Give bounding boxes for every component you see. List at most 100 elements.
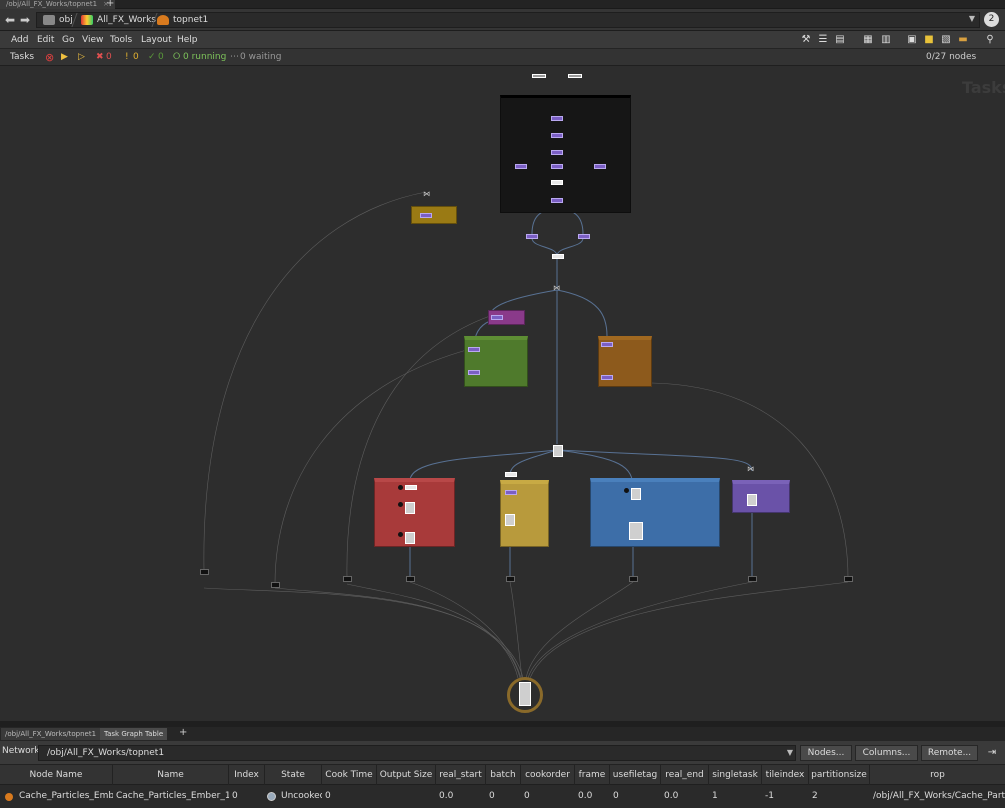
top-node-right[interactable] <box>568 74 582 78</box>
wrangle-node[interactable] <box>468 370 480 375</box>
col-tileindex[interactable]: tileindex <box>762 765 809 785</box>
network-box-purple[interactable] <box>732 480 790 513</box>
palette-icon[interactable]: ▧ <box>940 34 952 46</box>
search-icon[interactable]: ⚲ <box>984 34 996 46</box>
rop-geometry-node[interactable] <box>629 522 643 540</box>
wrangle-node[interactable] <box>594 164 606 169</box>
desktop-count-badge[interactable]: 2 <box>984 12 999 27</box>
col-node-name[interactable]: Node Name <box>0 765 113 785</box>
network-path-field[interactable]: /obj/All_FX_Works/topnet1 <box>38 745 796 761</box>
image-icon[interactable]: ▣ <box>906 34 918 46</box>
rop-geometry-node[interactable] <box>405 502 415 514</box>
menu-help[interactable]: Help <box>177 31 198 49</box>
output-null-node[interactable] <box>506 576 515 582</box>
menu-tools[interactable]: Tools <box>110 31 132 49</box>
wrangle-node[interactable] <box>551 150 563 155</box>
col-output-size[interactable]: Output Size <box>377 765 436 785</box>
list-view-icon[interactable]: ▤ <box>834 34 846 46</box>
rop-geometry-node[interactable] <box>505 514 515 526</box>
tab-network-path[interactable]: /obj/All_FX_Works/topnet1 <box>1 728 101 740</box>
network-box-icon[interactable]: ▬ <box>957 34 969 46</box>
sticky-note-icon[interactable]: ■ <box>923 34 935 46</box>
output-null-node[interactable] <box>271 582 280 588</box>
breadcrumb-topnet1[interactable]: topnet1 <box>155 13 208 27</box>
wrangle-node[interactable] <box>601 375 613 380</box>
switch-node-icon[interactable]: ⋈ <box>747 465 754 473</box>
remote-button[interactable]: Remote... <box>921 745 978 761</box>
col-frame[interactable]: frame <box>575 765 610 785</box>
output-null-node[interactable] <box>200 569 209 575</box>
pin-icon[interactable]: ⇥ <box>986 747 998 759</box>
wrangle-node[interactable] <box>515 164 527 169</box>
forward-arrow-icon[interactable]: ➡ <box>18 13 32 27</box>
output-null-node[interactable] <box>748 576 757 582</box>
wrangle-node[interactable] <box>601 342 613 347</box>
network-box-gold[interactable] <box>411 206 457 224</box>
col-real-end[interactable]: real_end <box>661 765 709 785</box>
output-null-node[interactable] <box>343 576 352 582</box>
col-usefiletag[interactable]: usefiletag <box>610 765 661 785</box>
grid-view-icon[interactable]: ▦ <box>862 34 874 46</box>
cook-selected-icon[interactable]: ▶ <box>61 49 68 66</box>
output-null-node[interactable] <box>406 576 415 582</box>
back-arrow-icon[interactable]: ⬅ <box>3 13 17 27</box>
menu-add[interactable]: Add <box>11 31 28 49</box>
wrangle-node[interactable] <box>526 234 538 239</box>
top-node-left[interactable] <box>532 74 546 78</box>
menu-layout[interactable]: Layout <box>141 31 172 49</box>
output-null-node[interactable] <box>629 576 638 582</box>
add-pane-tab-button[interactable]: + <box>179 727 187 738</box>
switch-node-icon[interactable]: ⋈ <box>423 190 430 198</box>
col-real-start[interactable]: real_start <box>436 765 486 785</box>
rop-geometry-node[interactable] <box>405 532 415 544</box>
nodes-button[interactable]: Nodes... <box>800 745 852 761</box>
wrangle-node[interactable] <box>505 490 517 495</box>
add-tab-button[interactable]: + <box>106 0 114 9</box>
table-row[interactable]: Cache_Particles_Ember Cache_Particles_Em… <box>0 785 1005 808</box>
table-view-icon[interactable]: ▥ <box>880 34 892 46</box>
wait-for-all-node[interactable] <box>519 682 531 706</box>
network-path-dropdown-icon[interactable]: ▼ <box>784 746 796 760</box>
menu-view[interactable]: View <box>82 31 103 49</box>
rop-geometry-node[interactable] <box>631 488 641 500</box>
wrangle-node[interactable] <box>491 315 503 320</box>
network-box-green[interactable] <box>464 336 528 387</box>
wrangle-node[interactable] <box>468 347 480 352</box>
wrangle-node[interactable] <box>551 116 563 121</box>
wrangle-node[interactable] <box>578 234 590 239</box>
wrangle-node[interactable] <box>551 164 563 169</box>
wrangle-node[interactable] <box>551 198 563 203</box>
columns-button[interactable]: Columns... <box>855 745 918 761</box>
tools-icon[interactable]: ⚒ <box>800 34 812 46</box>
col-cook-time[interactable]: Cook Time <box>322 765 377 785</box>
merge-node[interactable] <box>551 180 563 185</box>
tab-topnet1[interactable]: /obj/All_FX_Works/topnet1 × <box>0 0 115 9</box>
switch-node-icon[interactable]: ⋈ <box>553 284 560 292</box>
col-singletask[interactable]: singletask <box>709 765 762 785</box>
cook-output-icon[interactable]: ▷ <box>78 49 85 66</box>
wrangle-node[interactable] <box>420 213 432 218</box>
tab-task-graph-table[interactable]: Task Graph Table <box>100 728 168 740</box>
partition-node[interactable] <box>553 445 563 457</box>
cancel-cook-icon[interactable]: ⊗ <box>45 49 54 66</box>
rop-geometry-node[interactable] <box>747 494 757 506</box>
col-state[interactable]: State <box>265 765 322 785</box>
merge-node[interactable] <box>505 472 517 477</box>
col-partitionsize[interactable]: partitionsize <box>809 765 870 785</box>
col-rop[interactable]: rop <box>870 765 1005 785</box>
menu-edit[interactable]: Edit <box>37 31 54 49</box>
menu-go[interactable]: Go <box>62 31 74 49</box>
network-box-blue[interactable] <box>590 478 720 547</box>
output-null-node[interactable] <box>844 576 853 582</box>
col-index[interactable]: Index <box>229 765 265 785</box>
merge-node[interactable] <box>405 485 417 490</box>
merge-node[interactable] <box>552 254 564 259</box>
network-editor[interactable]: Tasks <box>0 66 1005 721</box>
col-name[interactable]: Name <box>113 765 229 785</box>
col-batch[interactable]: batch <box>486 765 521 785</box>
network-box-black[interactable] <box>500 95 631 213</box>
tree-view-icon[interactable]: ☰ <box>817 34 829 46</box>
col-cookorder[interactable]: cookorder <box>521 765 575 785</box>
wrangle-node[interactable] <box>551 133 563 138</box>
path-dropdown-chevron-icon[interactable]: ▼ <box>966 12 978 26</box>
